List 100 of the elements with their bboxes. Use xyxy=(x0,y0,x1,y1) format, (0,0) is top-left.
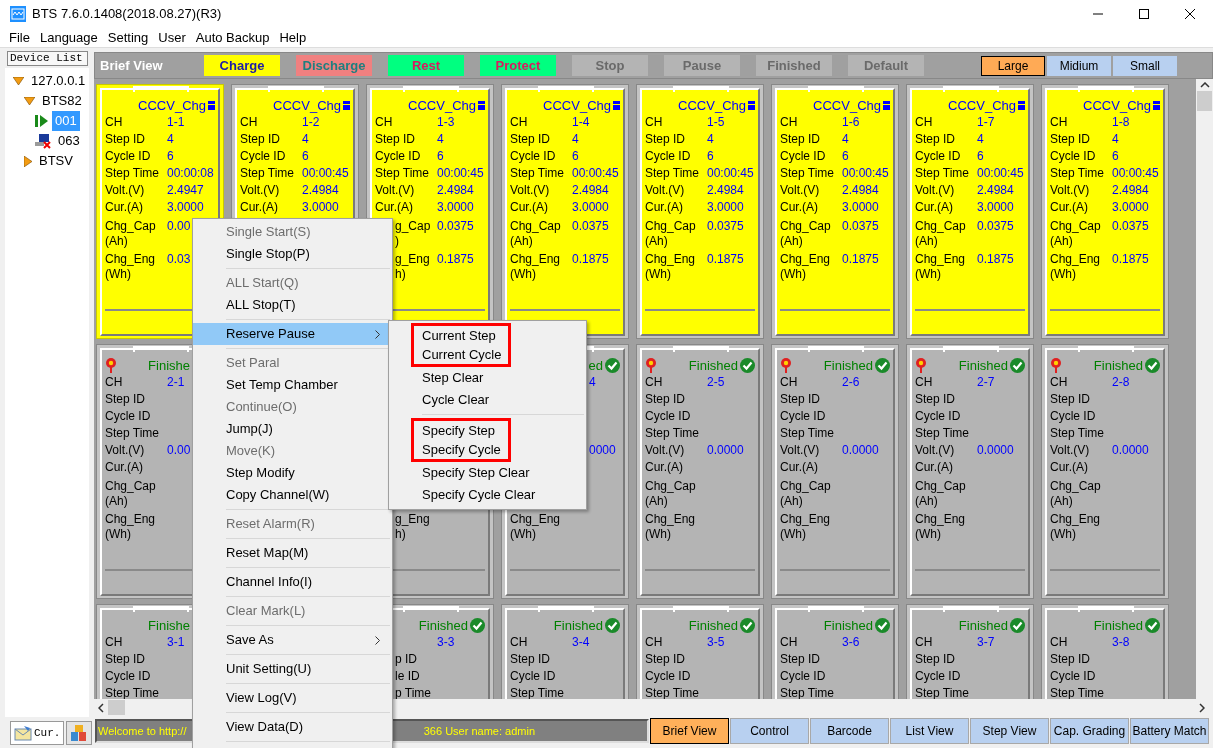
legend-chip: Pause xyxy=(664,55,740,76)
field-value: 2.4984 xyxy=(437,182,474,199)
legend-chip: Discharge xyxy=(296,55,372,76)
field-label: Cycle ID xyxy=(1050,148,1096,165)
field-label: Cur.(A) xyxy=(375,199,413,216)
field-value: 4 xyxy=(572,131,579,148)
field-label: Step Time xyxy=(510,685,565,699)
field-value: 1-1 xyxy=(167,114,185,131)
field-value: 2.4984 xyxy=(302,182,339,199)
field-value: 4 xyxy=(842,131,849,148)
field-label: Step ID xyxy=(780,131,821,148)
field-label: Step Time xyxy=(240,165,295,182)
field-value: 0.0000 xyxy=(1112,442,1149,459)
field-value: 1-6 xyxy=(842,114,860,131)
field-label: Cycle ID xyxy=(915,668,961,685)
field-label: Step ID xyxy=(510,131,551,148)
field-label: CH xyxy=(105,374,123,391)
field-label: Volt.(V) xyxy=(780,182,820,199)
field-label: Chg_Eng (Wh) xyxy=(780,252,831,282)
field-label: Step ID xyxy=(780,391,821,408)
field-label: Chg_Cap (Ah) xyxy=(1050,479,1101,509)
field-label: CH xyxy=(915,114,933,131)
field-label: Step ID xyxy=(645,131,686,148)
field-value: 4 xyxy=(1112,131,1119,148)
field-label: CH xyxy=(780,634,798,651)
field-label: CH xyxy=(105,114,123,131)
field-label: Step Time xyxy=(645,425,700,442)
field-label: CH xyxy=(1050,374,1068,391)
field-value: 0000 xyxy=(589,442,616,459)
field-label: Cycle ID xyxy=(915,148,961,165)
field-label: Step ID xyxy=(1050,391,1091,408)
field-label: Volt.(V) xyxy=(915,442,955,459)
field-value: 1-4 xyxy=(572,114,590,131)
field-value: 4 xyxy=(977,131,984,148)
field-label: CH xyxy=(240,114,258,131)
field-value: 00:00:08 xyxy=(167,165,214,182)
field-value: 0.0375 xyxy=(572,219,609,235)
field-label: Cycle ID xyxy=(375,148,421,165)
field-label: Step ID xyxy=(375,131,416,148)
field-value: 3-7 xyxy=(977,634,995,651)
field-label: p ID xyxy=(395,651,417,668)
field-value: 1-7 xyxy=(977,114,995,131)
field-value: 0.1875 xyxy=(437,252,474,268)
field-label: Cycle ID xyxy=(1050,668,1096,685)
field-value: 0.1875 xyxy=(977,252,1014,268)
field-value: 3.0000 xyxy=(572,199,609,216)
status-text: Finished xyxy=(958,356,1008,375)
field-label: Step ID xyxy=(645,651,686,668)
field-label: Cur.(A) xyxy=(105,199,143,216)
field-label: Chg_Cap (Ah) xyxy=(105,219,156,249)
field-label: Step Time xyxy=(780,425,835,442)
field-value: 0.0375 xyxy=(437,219,474,235)
field-label: Cycle ID xyxy=(510,148,556,165)
field-label: Step ID xyxy=(645,391,686,408)
field-label: Chg_Eng (Wh) xyxy=(105,512,156,542)
device-list-label: Device List xyxy=(7,51,88,66)
field-value: 3.0000 xyxy=(167,199,204,216)
field-label: Chg_Cap (Ah) xyxy=(915,219,966,249)
status-text: Finished xyxy=(688,356,738,375)
field-label: Volt.(V) xyxy=(915,182,955,199)
window-title: BTS 7.6.0.1408(2018.08.27)(R3) xyxy=(32,4,223,23)
legend-chip: Finished xyxy=(756,55,832,76)
field-label: Chg_Eng (Wh) xyxy=(1050,252,1101,282)
field-label: Step Time xyxy=(915,425,970,442)
field-label: CH xyxy=(1050,114,1068,131)
field-label: p Time xyxy=(395,685,431,699)
field-label: Step Time xyxy=(780,685,835,699)
status-text: Finished xyxy=(688,616,738,635)
status-text: Finished xyxy=(823,356,873,375)
field-value: 1-2 xyxy=(302,114,320,131)
field-label: Cycle ID xyxy=(105,668,151,685)
field-label: Cycle ID xyxy=(240,148,286,165)
field-label: Volt.(V) xyxy=(375,182,415,199)
field-label: Step Time xyxy=(645,685,700,699)
field-label: Step Time xyxy=(510,165,565,182)
field-label: Chg_Eng (Wh) xyxy=(105,252,156,282)
field-label: Cycle ID xyxy=(1050,408,1096,425)
field-value: 1-5 xyxy=(707,114,725,131)
field-label: CH xyxy=(915,374,933,391)
field-value: 2.4984 xyxy=(842,182,879,199)
field-label: Cur.(A) xyxy=(915,459,953,476)
field-value: 2-5 xyxy=(707,374,725,391)
status-text: Finished xyxy=(958,616,1008,635)
field-label: Cur.(A) xyxy=(780,459,818,476)
field-label: Chg_Eng (Wh) xyxy=(915,252,966,282)
status-text: CCCV_Chg xyxy=(813,96,881,115)
field-label: CH xyxy=(645,634,663,651)
field-label: CH xyxy=(510,114,528,131)
field-value: 2-1 xyxy=(167,374,185,391)
field-label: Cur.(A) xyxy=(1050,459,1088,476)
field-value: 6 xyxy=(977,148,984,165)
field-label: CH xyxy=(1050,634,1068,651)
field-value: 2.4984 xyxy=(977,182,1014,199)
field-value: 0.0375 xyxy=(1112,219,1149,235)
field-value: 3-1 xyxy=(167,634,185,651)
field-value: 6 xyxy=(1112,148,1119,165)
field-label: Cur.(A) xyxy=(105,459,143,476)
field-label: Chg_Cap (Ah) xyxy=(1050,219,1101,249)
legend-chip: Rest xyxy=(388,55,464,76)
status-text: CCCV_Chg xyxy=(948,96,1016,115)
